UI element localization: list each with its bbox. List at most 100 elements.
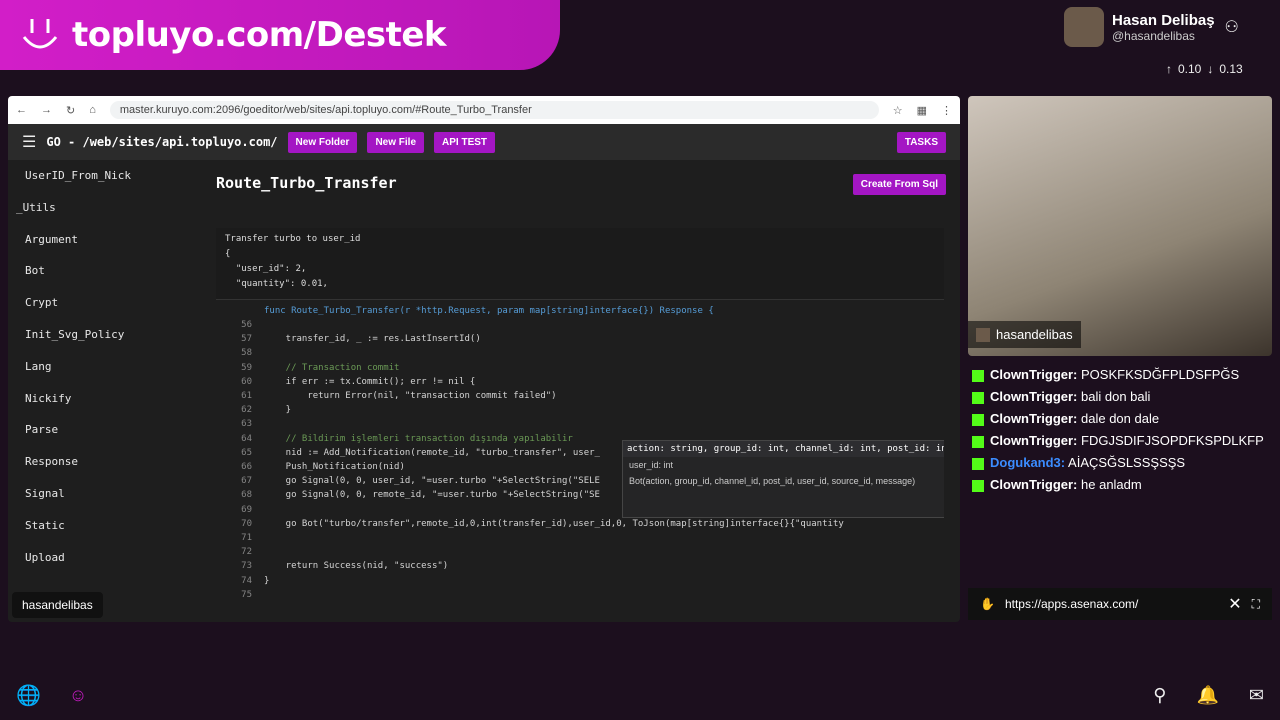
line-number: 57 [241, 334, 252, 345]
search-icon[interactable]: ⚲ [1153, 685, 1166, 706]
kick-badge-icon [972, 413, 984, 426]
line-number: 71 [241, 533, 252, 543]
extensions-icon[interactable]: ▦ [917, 104, 927, 117]
sidebar-item[interactable]: Crypt [8, 287, 198, 319]
line-number: 73 [241, 561, 252, 572]
kick-badge-icon [972, 369, 984, 382]
chat-message: ClownTrigger: bali don bali [968, 386, 1272, 408]
chat-message: ClownTrigger: dale don dale [968, 408, 1272, 430]
webcam-feed: hasandelibas [968, 96, 1272, 356]
user-chip[interactable]: hasandelibas [12, 592, 103, 618]
star-icon[interactable]: ☆ [893, 104, 903, 117]
chat-text: FDGJSDIFJSOPDFKSPDLKFP [1081, 433, 1264, 448]
line-number: 62 [241, 405, 252, 416]
close-icon[interactable]: ✕ [1228, 594, 1241, 614]
stat-up: 0.10 [1178, 62, 1202, 76]
chat-username[interactable]: ClownTrigger: [990, 411, 1077, 426]
description-editor[interactable]: Transfer turbo to user_id { "user_id": 2,… [216, 228, 944, 300]
avatar [1064, 7, 1104, 47]
forward-icon[interactable]: → [41, 104, 52, 116]
kick-badge-icon [972, 435, 984, 448]
hand-icon: ✋ [980, 597, 995, 611]
bottom-bar: 🌐 ☺ ⚲ 🔔 ✉ [0, 670, 1280, 720]
sidebar-item[interactable]: Argument [8, 224, 198, 256]
code-line: go Bot("turbo/transfer",remote_id,0,int(… [264, 518, 844, 529]
sidebar-item[interactable]: Init_Svg_Policy [8, 319, 198, 351]
kick-badge-icon [972, 479, 984, 492]
line-number: 68 [241, 490, 252, 501]
sidebar-item[interactable]: Static [8, 510, 198, 542]
create-from-sql-button[interactable]: Create From Sql [852, 174, 946, 195]
browser-window: ← → ↻ ⌂ master.kuruyo.com:2096/goeditor/… [8, 96, 960, 622]
camera-icon[interactable]: ⛶ [1252, 597, 1260, 612]
chat-message: ClownTrigger: POSKFKSDĞFPLDSFPĞS [968, 364, 1272, 386]
new-folder-button[interactable]: New Folder [287, 131, 358, 153]
code-line: return Error(nil, "transaction commit fa… [264, 391, 557, 401]
topluyo-logo-icon [18, 13, 62, 57]
tasks-button[interactable]: TASKS [896, 131, 946, 153]
api-test-button[interactable]: API TEST [434, 131, 496, 153]
hamburger-icon[interactable]: ☰ [22, 132, 36, 152]
cam-name: hasandelibas [996, 327, 1073, 342]
line-number: 67 [241, 476, 252, 487]
chat-username[interactable]: ClownTrigger: [990, 367, 1077, 382]
chat-url[interactable]: https://apps.asenax.com/ [1005, 597, 1218, 611]
function-signature: func Route_Turbo_Transfer(r *http.Reques… [264, 306, 714, 316]
code-line: // Transaction commit [264, 362, 400, 373]
line-number: 60 [241, 376, 252, 387]
sidebar-item[interactable]: Response [8, 446, 198, 478]
reload-icon[interactable]: ↻ [66, 104, 75, 117]
sidebar-item[interactable]: Nickify [8, 383, 198, 415]
sidebar-item[interactable]: Parse [8, 414, 198, 446]
stat-down: 0.13 [1219, 62, 1243, 76]
desc-line: "quantity": 0.01, [225, 279, 328, 289]
line-number: 66 [241, 462, 252, 472]
line-number: 61 [241, 391, 252, 401]
sidebar-folder[interactable]: _Utils [8, 192, 198, 224]
code-line: Push_Notification(nid) [264, 462, 405, 472]
streamer-header: Hasan Delibaş @hasandelibas ⚇ [1064, 4, 1280, 50]
chat-text: POSKFKSDĞFPLDSFPĞS [1081, 367, 1240, 382]
users-icon[interactable]: ⚇ [1225, 17, 1239, 37]
banner-text: topluyo.com/Destek [72, 15, 447, 55]
line-number: 59 [241, 362, 252, 373]
editor-topbar: ☰ GO - /web/sites/api.topluyo.com/ New F… [8, 124, 960, 160]
line-number: 64 [241, 433, 252, 444]
chat-username[interactable]: ClownTrigger: [990, 389, 1077, 404]
code-editor[interactable]: func Route_Turbo_Transfer(r *http.Reques… [216, 302, 944, 617]
chat-username[interactable]: Dogukand3: [990, 455, 1065, 470]
back-icon[interactable]: ← [16, 104, 27, 116]
line-number: 72 [241, 547, 252, 558]
chat-message: Dogukand3: AİAÇSĞSLSSŞSŞS [968, 452, 1272, 474]
brand-banner: topluyo.com/Destek [0, 0, 560, 70]
home-icon[interactable]: ⌂ [89, 104, 96, 116]
code-line: if err := tx.Commit(); err != nil { [264, 376, 476, 387]
code-line: } [264, 405, 292, 416]
sidebar-item[interactable]: UserID_From_Nick [8, 160, 198, 192]
menu-icon[interactable]: ⋮ [941, 104, 952, 117]
chat-username[interactable]: ClownTrigger: [990, 477, 1077, 492]
address-bar[interactable]: master.kuruyo.com:2096/goeditor/web/site… [109, 101, 879, 119]
new-file-button[interactable]: New File [367, 131, 425, 153]
sidebar-item[interactable]: Upload [8, 542, 198, 574]
chat-message: ClownTrigger: he anladm [968, 474, 1272, 496]
tooltip-doc: Bot(action, group_id, channel_id, post_i… [629, 476, 916, 486]
bell-icon[interactable]: 🔔 [1196, 685, 1218, 706]
line-number: 69 [241, 504, 252, 515]
browser-toolbar: ← → ↻ ⌂ master.kuruyo.com:2096/goeditor/… [8, 96, 960, 124]
code-line: nid := Add_Notification(remote_id, "turb… [264, 447, 600, 458]
globe-icon[interactable]: 🌐 [16, 683, 41, 708]
sidebar-item[interactable]: Bot [8, 255, 198, 287]
line-number: 74 [241, 575, 252, 586]
chat-username[interactable]: ClownTrigger: [990, 433, 1077, 448]
chat-message: ClownTrigger: FDGJSDIFJSOPDFKSPDLKFP [968, 430, 1272, 452]
page-title: Route_Turbo_Transfer [216, 174, 397, 192]
sidebar-item[interactable]: Lang [8, 351, 198, 383]
chat-panel: ClownTrigger: POSKFKSDĞFPLDSFPĞS ClownTri… [968, 364, 1272, 584]
file-sidebar: UserID_From_Nick _Utils Argument Bot Cry… [8, 160, 198, 622]
kick-badge-icon [972, 391, 984, 404]
topluyo-small-icon[interactable]: ☺ [69, 685, 87, 706]
streamer-name: Hasan Delibaş [1112, 11, 1215, 29]
mail-icon[interactable]: ✉ [1249, 685, 1264, 706]
sidebar-item[interactable]: Signal [8, 478, 198, 510]
